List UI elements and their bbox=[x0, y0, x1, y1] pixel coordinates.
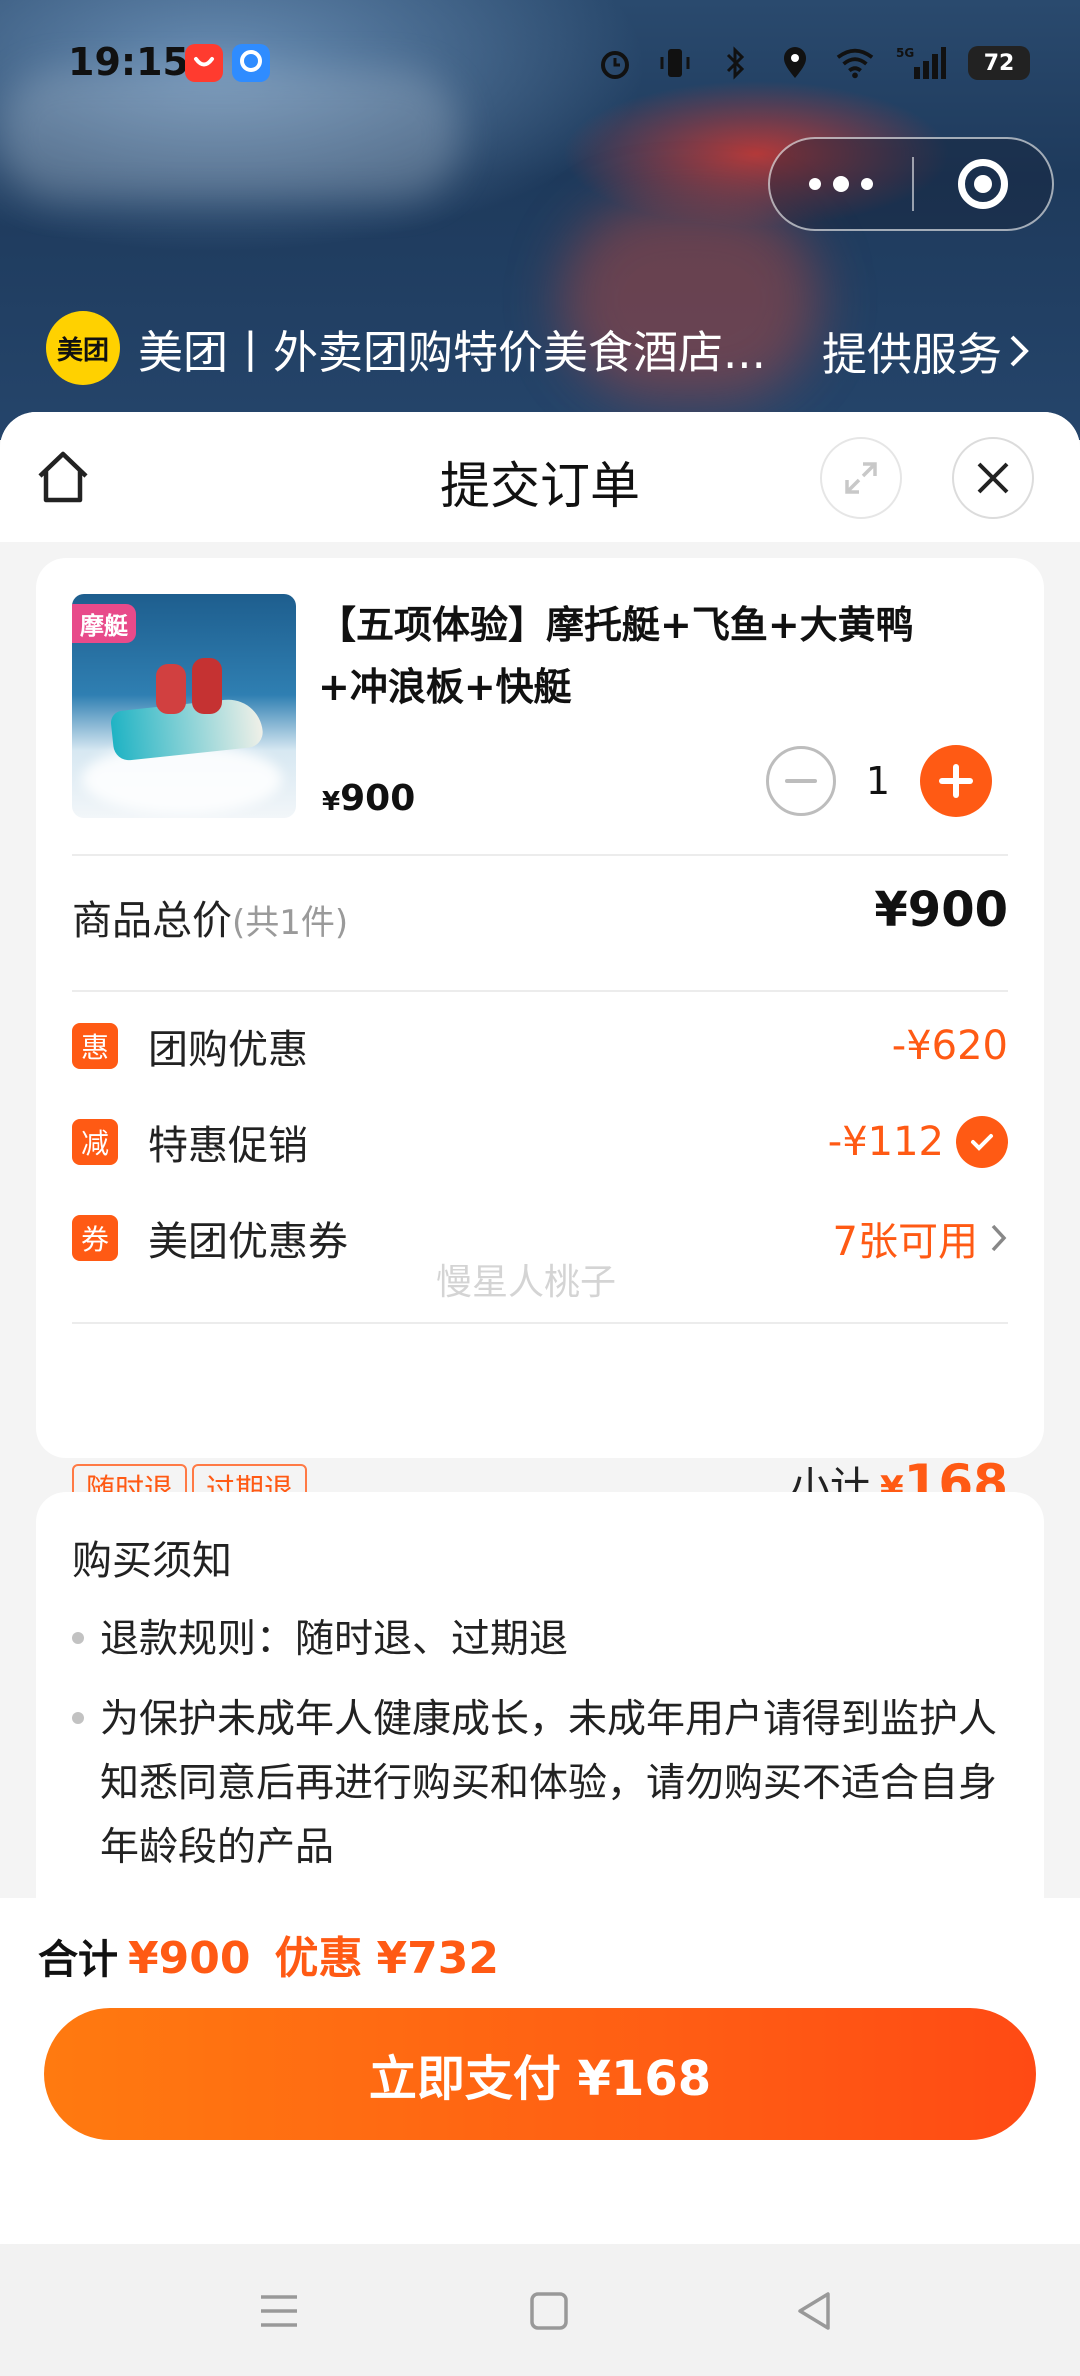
product-image-tag: 摩艇 bbox=[72, 604, 136, 643]
discount-badge: 惠 bbox=[72, 1023, 118, 1069]
minus-icon bbox=[785, 779, 817, 783]
notification-app-icon bbox=[232, 44, 270, 82]
total-price-value: ¥900 bbox=[874, 882, 1008, 938]
notification-app-icon bbox=[185, 44, 223, 82]
more-dot-icon bbox=[833, 176, 849, 192]
pay-now-button[interactable]: 立即支付 ¥168 bbox=[44, 2008, 1036, 2140]
quantity-value: 1 bbox=[865, 759, 891, 803]
wifi-icon bbox=[836, 44, 874, 82]
menu-icon[interactable] bbox=[252, 2284, 306, 2338]
payment-bar: 合计 ¥900 优惠 ¥732 立即支付 ¥168 bbox=[0, 1898, 1080, 2244]
quantity-stepper: 1 bbox=[766, 744, 992, 818]
product-title: 【五项体验】摩托艇+飞鱼+大黄鸭+冲浪板+快艇 bbox=[318, 603, 914, 709]
bluetooth-icon bbox=[716, 44, 754, 82]
svg-text:5G: 5G bbox=[896, 46, 914, 60]
mini-program-name: 美团丨外卖团购特价美食酒店... bbox=[138, 325, 766, 379]
coupon-available[interactable]: 7张可用 bbox=[833, 1209, 1008, 1267]
payment-summary: 合计 ¥900 优惠 ¥732 bbox=[38, 1922, 499, 1986]
check-icon[interactable] bbox=[956, 1116, 1008, 1168]
group-buy-discount-row: 惠 团购优惠 -¥620 bbox=[72, 1016, 1008, 1076]
promotion-row[interactable]: 减 特惠促销 -¥112 bbox=[72, 1112, 1008, 1172]
sheet-header: 提交订单 bbox=[0, 412, 1080, 542]
chevron-right-icon bbox=[1010, 335, 1029, 366]
discount-label: 特惠促销 bbox=[148, 1123, 308, 1169]
total-label: 合计 bbox=[38, 1937, 118, 1983]
service-link-label: 提供服务 bbox=[821, 328, 1002, 381]
notice-item: 退款规则：随时退、过期退 bbox=[72, 1608, 1002, 1672]
status-bar: 19:15 5G 72 bbox=[0, 0, 1080, 130]
more-options-button[interactable] bbox=[770, 139, 912, 229]
battery-indicator: 72 bbox=[968, 46, 1030, 80]
mini-program-info[interactable]: 美团 美团丨外卖团购特价美食酒店... 提供服务 bbox=[46, 308, 1036, 388]
service-provider-link[interactable]: 提供服务 bbox=[822, 318, 1032, 383]
discount-total: ¥732 bbox=[376, 1933, 499, 1984]
more-dot-icon bbox=[809, 178, 821, 190]
discount-badge: 减 bbox=[72, 1119, 118, 1165]
navigation-bar bbox=[0, 2244, 1080, 2376]
product-price: ¥900 bbox=[322, 778, 416, 819]
discount-badge: 券 bbox=[72, 1215, 118, 1261]
expand-icon bbox=[845, 462, 877, 494]
total-value: ¥900 bbox=[128, 1933, 251, 1984]
status-time: 19:15 bbox=[68, 40, 189, 84]
location-icon bbox=[776, 44, 814, 82]
increase-quantity-button[interactable] bbox=[920, 745, 992, 817]
notice-title: 购买须知 bbox=[72, 1538, 232, 1584]
watermark: 慢星人桃子 bbox=[436, 1262, 617, 1303]
close-button[interactable] bbox=[952, 437, 1034, 519]
discount-value: -¥620 bbox=[891, 1023, 1008, 1069]
meituan-logo: 美团 bbox=[46, 311, 120, 385]
discount-value: -¥112 bbox=[828, 1116, 1008, 1168]
mini-program-capsule[interactable] bbox=[768, 137, 1054, 231]
notice-item: 为保护未成年人健康成长，未成年用户请得到监护人知悉同意后再进行购买和体验，请勿购… bbox=[72, 1688, 1002, 1880]
divider bbox=[72, 1322, 1008, 1324]
more-dot-icon bbox=[861, 178, 873, 190]
back-icon[interactable] bbox=[788, 2284, 842, 2338]
exit-mini-program-button[interactable] bbox=[914, 139, 1052, 229]
chevron-right-icon bbox=[991, 1224, 1007, 1252]
total-price-label: 商品总价(共1件) bbox=[72, 898, 349, 944]
decrease-quantity-button[interactable] bbox=[766, 746, 836, 816]
divider bbox=[72, 854, 1008, 856]
target-icon bbox=[958, 159, 1008, 209]
signal-icon: 5G bbox=[896, 44, 946, 82]
product-image[interactable]: 摩艇 bbox=[72, 594, 296, 818]
home-square-icon[interactable] bbox=[522, 2284, 576, 2338]
close-icon bbox=[977, 462, 1009, 494]
expand-button[interactable] bbox=[820, 437, 902, 519]
page-title: 提交订单 bbox=[440, 457, 640, 515]
discount-label: 团购优惠 bbox=[148, 1027, 308, 1073]
order-detail-card: 摩艇 【五项体验】摩托艇+飞鱼+大黄鸭+冲浪板+快艇 ¥900 1 商品总价(共… bbox=[36, 558, 1044, 1512]
discount-label: 美团优惠券 bbox=[148, 1219, 348, 1265]
alarm-icon bbox=[596, 44, 634, 82]
discount-label: 优惠 bbox=[274, 1933, 363, 1984]
divider bbox=[72, 990, 1008, 992]
vibrate-icon bbox=[656, 44, 694, 82]
